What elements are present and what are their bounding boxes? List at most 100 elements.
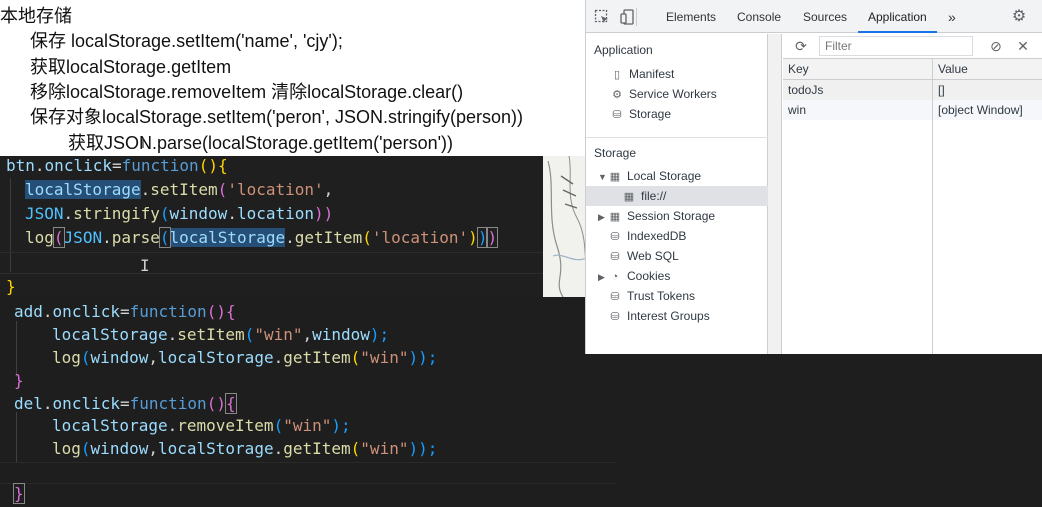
expanded-triangle-icon[interactable]: ▼ (598, 167, 608, 187)
database-icon: ⛁ (612, 109, 622, 121)
notes-line-save: 保存 localStorage.setItem('name', 'cjy'); (30, 31, 343, 51)
table-grid-icon: ▦ (609, 211, 621, 223)
code-token: . (42, 394, 53, 413)
tab-console[interactable]: Console (737, 0, 781, 33)
sidebar-item-manifest[interactable]: ▯ Manifest (610, 64, 674, 84)
code-token: ) (486, 227, 499, 248)
code-line[interactable]: log(window,localStorage.getItem("win")); (52, 348, 437, 367)
tab-sources[interactable]: Sources (803, 0, 847, 33)
code-token: ( (158, 227, 171, 248)
code-token: . (102, 228, 112, 247)
code-line[interactable]: localStorage.removeItem("win"); (52, 416, 351, 435)
code-token: { (224, 393, 237, 414)
code-line[interactable]: localStorage.setItem("win",window); (52, 325, 389, 344)
code-token: setItem (150, 180, 218, 199)
code-token: ( (80, 439, 91, 458)
code-line[interactable]: } (13, 483, 25, 504)
code-editor-top[interactable]: btn.onclick=function(){ localStorage.set… (0, 156, 546, 297)
code-token: () (206, 394, 226, 413)
text-cursor-icon: I (140, 256, 150, 275)
inspect-element-icon[interactable] (594, 9, 610, 25)
code-token: (){ (198, 156, 228, 175)
code-token: stringify (73, 204, 160, 223)
code-token: localStorage (25, 180, 141, 199)
code-token: )); (408, 348, 438, 367)
code-token: . (285, 228, 295, 247)
sidebar-item-file-origin[interactable]: ▦ file:// (622, 186, 667, 206)
code-line[interactable]: log(window,localStorage.getItem("win")); (52, 439, 437, 458)
code-token: , (302, 325, 313, 344)
code-line[interactable]: del.onclick=function(){ (14, 393, 237, 414)
sidebar-item-local-storage[interactable]: ▼ ▦ Local Storage (598, 166, 701, 186)
code-line[interactable]: } (6, 277, 16, 296)
delete-selected-icon[interactable]: ✕ (1015, 38, 1031, 54)
sidebar-item-service-workers[interactable]: ⚙ Service Workers (610, 84, 717, 104)
clear-all-icon[interactable]: ⊘ (988, 38, 1004, 54)
settings-gear-icon[interactable]: ⚙ (1011, 9, 1027, 25)
code-token: window (90, 439, 149, 458)
code-token: localStorage (157, 439, 274, 458)
code-token: ( (350, 348, 361, 367)
code-token: , (148, 439, 158, 458)
collapsed-triangle-icon[interactable]: ▶ (598, 267, 608, 287)
column-divider[interactable] (932, 59, 933, 354)
code-token: ) (468, 228, 478, 247)
application-sidebar: Application ▯ Manifest ⚙ Service Workers ⛁… (586, 34, 768, 354)
collapsed-triangle-icon[interactable]: ▶ (598, 207, 608, 227)
sidebar-section-application: Application (594, 43, 653, 57)
code-token: del (14, 394, 43, 413)
background-illustration (543, 156, 590, 297)
notes-panel: 本地存储 保存 localStorage.setItem('name', 'cj… (0, 0, 590, 160)
code-token: parse (111, 228, 160, 247)
sidebar-item-indexeddb[interactable]: ⛁ IndexedDB (608, 226, 686, 246)
indent-guide (16, 412, 17, 462)
code-editor-bottom[interactable]: add.onclick=function(){ localStorage.set… (0, 297, 617, 507)
indent-guide (16, 321, 17, 377)
sidebar-item-label: Service Workers (629, 87, 717, 101)
row-key: win (788, 103, 807, 117)
code-token: log (52, 439, 81, 458)
notes-line-remove: 移除localStorage.removeItem 清除localStorage… (30, 82, 464, 102)
tab-application[interactable]: Application (858, 0, 937, 33)
code-line[interactable]: add.onclick=function(){ (14, 302, 236, 321)
code-line[interactable]: log(JSON.parse(localStorage.getItem('loc… (25, 227, 499, 248)
more-tabs-button[interactable]: » (948, 0, 956, 33)
sidebar-item-label: file:// (641, 189, 667, 203)
tab-elements[interactable]: Elements (666, 0, 716, 33)
code-token: localStorage (169, 228, 286, 247)
devtools-tab-bar: Elements Console Sources Application » ⚙ (586, 0, 1042, 33)
sidebar-item-label: Local Storage (627, 169, 702, 183)
code-line[interactable]: JSON.stringify(window.location)) (25, 204, 333, 223)
dark-backdrop (617, 354, 1042, 507)
device-toolbar-icon[interactable] (620, 9, 636, 25)
code-line[interactable]: btn.onclick=function(){ (6, 156, 228, 175)
column-header-key[interactable]: Key (783, 59, 932, 79)
sidebar-item-storage[interactable]: ⛁ Storage (610, 104, 671, 124)
sidebar-item-interest-groups[interactable]: ⛁ Interest Groups (608, 306, 710, 326)
database-icon: ⛁ (610, 231, 620, 243)
sidebar-scrollbar[interactable] (768, 34, 782, 354)
sidebar-item-session-storage[interactable]: ▶ ▦ Session Storage (598, 206, 715, 226)
code-token: localStorage (52, 416, 168, 435)
code-line[interactable]: localStorage.setItem('location', (25, 180, 333, 199)
code-token: )); (408, 439, 438, 458)
code-token: localStorage (157, 348, 274, 367)
code-token: setItem (177, 325, 245, 344)
sidebar-item-label: Interest Groups (627, 309, 710, 323)
refresh-icon[interactable]: ⟳ (793, 38, 809, 54)
sidebar-item-label: Web SQL (627, 249, 679, 263)
sidebar-item-cookies[interactable]: ▶ ◔ Cookies (598, 266, 670, 286)
code-line[interactable]: } (14, 371, 24, 390)
column-header-value[interactable]: Value (933, 59, 1042, 79)
current-line-highlight (0, 462, 617, 484)
sidebar-item-trust-tokens[interactable]: ⛁ Trust Tokens (608, 286, 695, 306)
text-cursor-icon: I (141, 135, 145, 151)
sidebar-item-web-sql[interactable]: ⛁ Web SQL (608, 246, 679, 266)
table-row[interactable]: win [object Window] (783, 100, 1042, 120)
code-token: "win" (254, 325, 303, 344)
table-row[interactable]: todoJs [] (783, 80, 1042, 100)
code-token: onclick (44, 156, 112, 175)
filter-input[interactable] (819, 36, 973, 56)
code-token: ( (273, 416, 284, 435)
row-value: [object Window] (938, 103, 1023, 117)
